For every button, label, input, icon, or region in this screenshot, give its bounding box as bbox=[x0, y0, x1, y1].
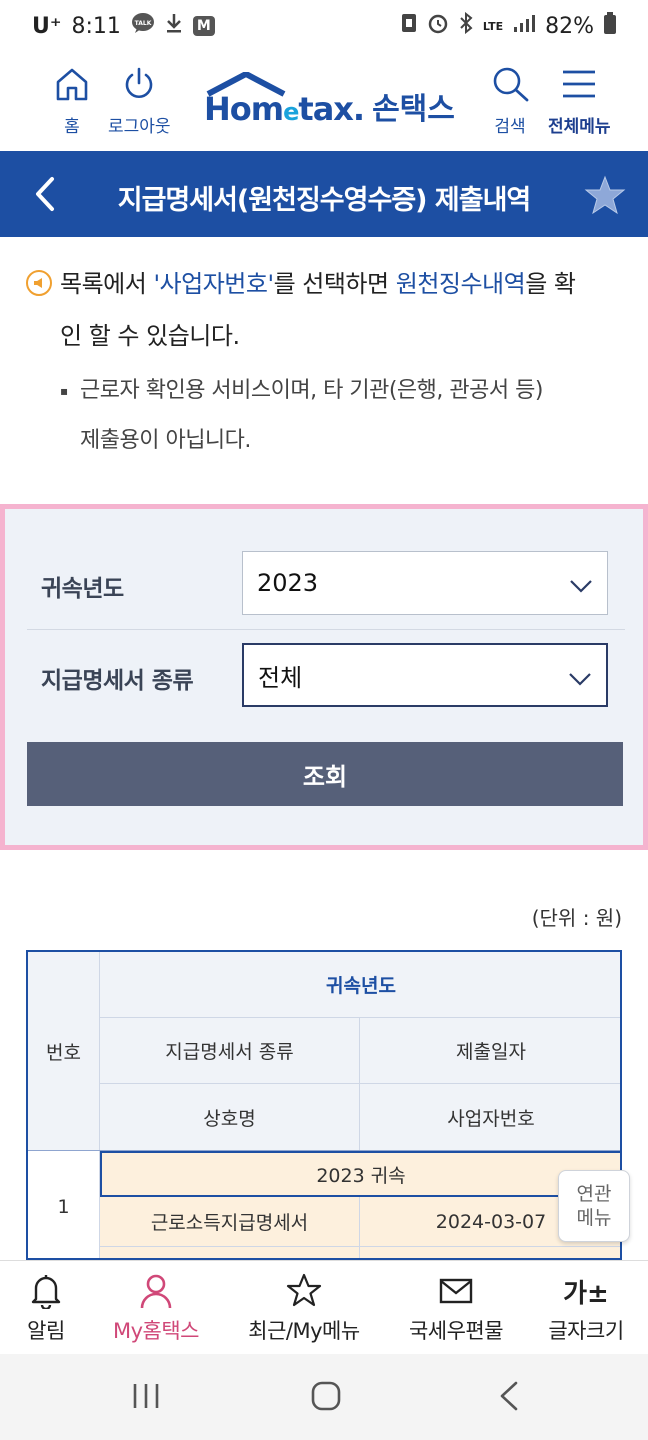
bullet-line2: 제출용이 아닙니다. bbox=[80, 428, 251, 453]
nav-font-size[interactable]: 가± 글자크기 bbox=[538, 1273, 634, 1345]
bell-icon bbox=[30, 1273, 62, 1309]
nav-recent-my-menu[interactable]: 최근/My메뉴 bbox=[240, 1273, 368, 1345]
unit-label: (단위 : 원) bbox=[531, 906, 622, 930]
panel-divider bbox=[27, 629, 625, 630]
clock-text: 8:11 bbox=[71, 13, 121, 39]
nav-recent-label: 최근/My메뉴 bbox=[248, 1319, 360, 1343]
stock-app-icon: M bbox=[192, 16, 215, 36]
home-button[interactable]: 홈 bbox=[54, 66, 90, 137]
header-statement-type: 지급명세서 종류 bbox=[100, 1018, 360, 1084]
favorite-star-icon[interactable] bbox=[584, 175, 626, 219]
related-menu-button[interactable]: 연관 메뉴 bbox=[558, 1170, 630, 1242]
nav-my-hometax[interactable]: My홈택스 bbox=[104, 1273, 208, 1345]
home-icon bbox=[54, 66, 90, 106]
nav-font-size-label: 글자크기 bbox=[548, 1319, 624, 1343]
kakaotalk-icon: TALK bbox=[131, 12, 155, 40]
notice-line2: 인 할 수 있습니다. bbox=[60, 322, 240, 350]
related-menu-line2: 메뉴 bbox=[576, 1207, 612, 1229]
status-bar: U⁺ 8:11 TALK M LTE 82% bbox=[0, 0, 648, 48]
notice-highlight-biz-no: '사업자번호' bbox=[153, 270, 274, 298]
page-title: 지급명세서(원천징수영수증) 제출내역 bbox=[117, 185, 532, 216]
search-panel: 귀속년도 2023 지급명세서 종류 전체 조회 bbox=[0, 504, 648, 850]
signal-icon bbox=[513, 13, 536, 39]
row-number: 1 bbox=[28, 1151, 100, 1258]
speaker-icon bbox=[26, 270, 52, 296]
logo-korean-text: 손택스 bbox=[372, 92, 455, 127]
chevron-down-icon bbox=[569, 572, 593, 600]
font-size-icon: 가± bbox=[563, 1278, 609, 1309]
stock-badge-text: M bbox=[196, 18, 211, 34]
notice-message: 목록에서 '사업자번호'를 선택하면 원천징수내역을 확 인 할 수 있습니다. bbox=[26, 256, 626, 364]
app-header: 홈 로그아웃 Hometax. 손택스 검색 전체메뉴 bbox=[0, 48, 648, 151]
nav-alarm[interactable]: 알림 bbox=[20, 1273, 72, 1345]
hometax-logo[interactable]: Hometax. 손택스 bbox=[204, 72, 455, 128]
year-select[interactable]: 2023 bbox=[242, 551, 608, 615]
lte-icon: LTE bbox=[482, 19, 504, 33]
system-navigation-bar bbox=[0, 1354, 648, 1440]
search-label: 검색 bbox=[494, 117, 526, 137]
bullet-line1: 근로자 확인용 서비스이며, 타 기관(은행, 관공서 등) bbox=[80, 378, 543, 403]
row-biz-no[interactable] bbox=[360, 1247, 620, 1258]
power-icon bbox=[121, 66, 157, 106]
statement-type-select[interactable]: 전체 bbox=[242, 643, 608, 707]
row-company-name bbox=[100, 1247, 360, 1258]
row-year[interactable]: 2023 귀속 bbox=[100, 1151, 620, 1197]
home-nav-icon[interactable] bbox=[310, 1380, 342, 1416]
related-menu-line1: 연관 bbox=[576, 1183, 612, 1205]
back-nav-icon[interactable] bbox=[496, 1380, 522, 1416]
star-outline-icon bbox=[286, 1273, 322, 1309]
carrier-text: U⁺ bbox=[32, 13, 62, 39]
alarm-icon bbox=[427, 12, 449, 40]
chevron-down-icon bbox=[568, 665, 592, 693]
home-label: 홈 bbox=[64, 117, 80, 137]
battery-text: 82% bbox=[545, 13, 594, 39]
logo-roof-icon bbox=[206, 72, 286, 97]
nav-tax-mail[interactable]: 국세우편물 bbox=[400, 1273, 512, 1345]
type-label: 지급명세서 종류 bbox=[41, 668, 194, 694]
hamburger-menu-icon bbox=[561, 66, 597, 106]
logout-label: 로그아웃 bbox=[108, 117, 171, 137]
header-biz-no: 사업자번호 bbox=[360, 1084, 620, 1150]
nfc-icon bbox=[401, 13, 417, 39]
submission-table: 번호 귀속년도 지급명세서 종류 제출일자 상호명 사업자번호 1 2023 귀… bbox=[26, 950, 622, 1260]
inquiry-button[interactable]: 조회 bbox=[27, 742, 623, 806]
all-menu-button[interactable]: 전체메뉴 bbox=[548, 66, 611, 137]
envelope-icon bbox=[439, 1273, 473, 1309]
row-statement-type: 근로소득지급명세서 bbox=[100, 1197, 360, 1247]
nav-tax-mail-label: 국세우편물 bbox=[408, 1319, 504, 1343]
header-no: 번호 bbox=[28, 952, 100, 1150]
recent-apps-icon[interactable] bbox=[130, 1380, 162, 1416]
year-select-value: 2023 bbox=[257, 569, 319, 597]
notice-highlight-withholding: 원천징수내역 bbox=[395, 270, 526, 298]
logo-text-e: e bbox=[283, 98, 299, 126]
bluetooth-icon bbox=[459, 11, 473, 40]
header-company-name: 상호명 bbox=[100, 1084, 360, 1150]
header-submit-date: 제출일자 bbox=[360, 1018, 620, 1084]
notice-part2: 를 선택하면 bbox=[273, 270, 396, 298]
notice-bullet: 근로자 확인용 서비스이며, 타 기관(은행, 관공서 등) 제출용이 아닙니다… bbox=[60, 366, 620, 466]
year-label: 귀속년도 bbox=[41, 576, 124, 602]
title-bar: 지급명세서(원천징수영수증) 제출내역 bbox=[0, 151, 648, 237]
bottom-navigation: 알림 My홈택스 최근/My메뉴 국세우편물 가± 글자크기 bbox=[0, 1260, 648, 1354]
battery-icon bbox=[604, 12, 616, 40]
notice-part3: 을 확 bbox=[525, 270, 576, 298]
logout-button[interactable]: 로그아웃 bbox=[108, 66, 171, 137]
search-icon bbox=[490, 66, 530, 106]
header-year: 귀속년도 bbox=[100, 952, 620, 1018]
search-button[interactable]: 검색 bbox=[490, 66, 530, 137]
all-menu-label: 전체메뉴 bbox=[548, 117, 611, 137]
nav-alarm-label: 알림 bbox=[27, 1319, 65, 1343]
talk-badge-text: TALK bbox=[135, 20, 152, 27]
notice-part1: 목록에서 bbox=[60, 270, 154, 298]
person-icon bbox=[139, 1273, 173, 1309]
logo-text-b: tax. bbox=[298, 90, 365, 128]
nav-my-hometax-label: My홈택스 bbox=[112, 1319, 200, 1343]
download-icon bbox=[165, 12, 183, 40]
type-select-value: 전체 bbox=[258, 663, 303, 692]
